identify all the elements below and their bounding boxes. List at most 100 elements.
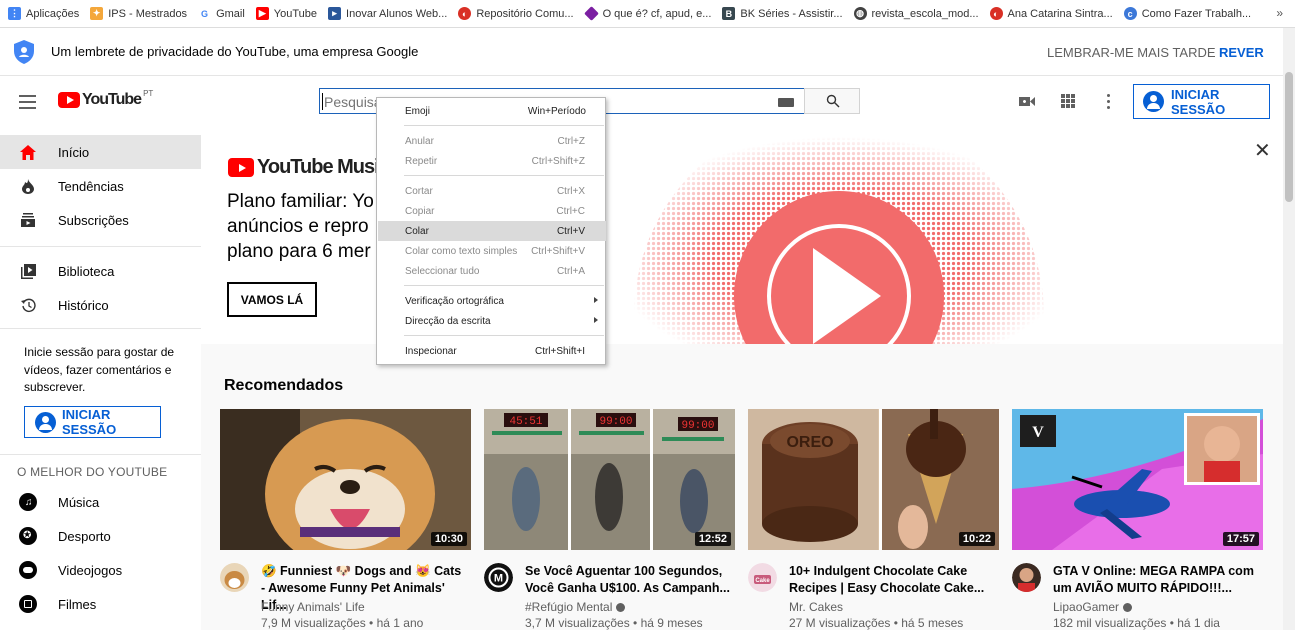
menu-item-writing-direction[interactable]: Direcção da escrita (378, 311, 606, 331)
menu-item-copy[interactable]: Copiar Ctrl+C (378, 201, 606, 221)
ips-icon: ✦ (90, 7, 104, 20)
shield-icon (14, 40, 34, 64)
sign-in-button[interactable]: INICIAR SESSÃO (1133, 84, 1270, 119)
svg-text:45:51: 45:51 (509, 416, 542, 428)
menu-item-undo[interactable]: Anular Ctrl+Z (378, 131, 606, 151)
svg-text:99:00: 99:00 (681, 420, 714, 432)
bookmark-apps[interactable]: ⋮ Aplicações (8, 7, 79, 20)
video-card[interactable]: V 17:57 GTA V Online: MEGA RAMPA com um … (1012, 409, 1263, 630)
privacy-banner-text: Um lembrete de privacidade do YouTube, u… (51, 44, 419, 59)
channel-name[interactable]: Funny Animals' Life (261, 600, 365, 614)
video-card[interactable]: 10:30 🤣 Funniest 🐶 Dogs and 😻 Cats - Awe… (220, 409, 471, 630)
sidebar-sign-in-button[interactable]: INICIAR SESSÃO (24, 406, 161, 438)
video-thumbnail[interactable]: OREO 10:22 (748, 409, 999, 550)
svg-text:Cake: Cake (755, 578, 770, 584)
bookmarks-overflow-button[interactable]: » (1276, 6, 1283, 20)
video-thumbnail[interactable]: V 17:57 (1012, 409, 1263, 550)
scrollbar-thumb[interactable] (1285, 72, 1293, 202)
video-title[interactable]: Se Você Aguentar 100 Segundos, Você Ganh… (525, 563, 730, 597)
youtube-icon: ▶ (255, 7, 269, 20)
menu-item-inspect[interactable]: Inspecionar Ctrl+Shift+I (378, 341, 606, 361)
video-thumbnail[interactable]: 10:30 (220, 409, 471, 550)
search-button[interactable] (804, 88, 860, 114)
sidebar-item-sport[interactable]: ✪ Desporto (0, 519, 201, 553)
sidebar-item-history[interactable]: Histórico (0, 288, 201, 322)
channel-avatar[interactable]: M (484, 563, 513, 592)
verified-icon (616, 603, 626, 613)
bookmark-ips[interactable]: ✦ IPS - Mestrados (90, 7, 187, 20)
bookmarks-bar: ⋮ Aplicações ✦ IPS - Mestrados G Gmail ▶… (0, 0, 1295, 28)
close-icon[interactable]: ✕ (1254, 138, 1271, 163)
video-title[interactable]: 10+ Indulgent Chocolate Cake Recipes | E… (789, 563, 994, 597)
create-video-icon[interactable] (1019, 96, 1035, 107)
video-stats: 7,9 M visualizações • há 1 ano (261, 616, 424, 630)
video-thumbnail[interactable]: 45:51 99:00 99:00 12:52 (484, 409, 735, 550)
bookmark-como-fazer[interactable]: c Como Fazer Trabalh... (1123, 7, 1251, 20)
keyboard-icon[interactable] (778, 98, 794, 107)
home-icon (19, 143, 37, 161)
menu-separator (404, 285, 604, 286)
sidebar-item-trending[interactable]: Tendências (0, 169, 201, 203)
menu-item-emoji[interactable]: Emoji Win+Período (378, 101, 606, 121)
svg-text:OREO: OREO (786, 434, 833, 451)
channel-name[interactable]: Mr. Cakes (789, 600, 843, 614)
bookmark-gmail[interactable]: G Gmail (198, 7, 245, 20)
bookmark-bk-series[interactable]: B BK Séries - Assistir... (722, 7, 843, 20)
bk-icon: B (722, 7, 736, 20)
menu-item-select-all[interactable]: Seleccionar tudo Ctrl+A (378, 261, 606, 281)
sidebar-item-subscriptions[interactable]: Subscrições (0, 203, 201, 237)
svg-text:M: M (494, 573, 503, 585)
flame-icon (19, 177, 37, 195)
more-vert-icon[interactable] (1107, 94, 1111, 110)
sidebar-signin-prompt: Inicie sessão para gostar de vídeos, faz… (24, 345, 175, 394)
cake-thumbnail-art: OREO (748, 409, 999, 550)
youtube-logo[interactable]: YouTube PT (58, 89, 153, 109)
menu-item-cut[interactable]: Cortar Ctrl+X (378, 181, 606, 201)
sidebar: Início Tendências Subscrições Biblioteca… (0, 126, 201, 630)
bookmark-repositorio[interactable]: ◐ Repositório Comu... (458, 7, 574, 20)
recommended-title: Recomendados (224, 377, 344, 394)
menu-icon[interactable] (19, 95, 36, 109)
bookmark-inovar[interactable]: ▸ Inovar Alunos Web... (328, 7, 447, 20)
video-card[interactable]: OREO 10:22 Cake 10+ Indulgent Chocolate … (748, 409, 999, 630)
channel-avatar[interactable]: Cake (748, 563, 777, 592)
sidebar-section-title: O MELHOR DO YOUTUBE (17, 465, 168, 479)
channel-avatar[interactable] (220, 563, 249, 592)
channel-name[interactable]: #Refúgio Mental (525, 600, 626, 614)
bookmark-ana-catarina[interactable]: ◐ Ana Catarina Sintra... (989, 7, 1113, 20)
menu-item-spellcheck[interactable]: Verificação ortográfica (378, 291, 606, 311)
sidebar-item-home[interactable]: Início (0, 135, 201, 169)
menu-item-redo[interactable]: Repetir Ctrl+Shift+Z (378, 151, 606, 171)
diamond-icon (583, 6, 599, 21)
scrollbar[interactable] (1283, 28, 1295, 630)
text-caret (322, 93, 323, 110)
sidebar-item-music[interactable]: ♫ Música (0, 485, 201, 519)
video-duration: 17:57 (1222, 532, 1259, 546)
video-duration: 12:52 (694, 532, 731, 546)
channel-avatar[interactable] (1012, 563, 1041, 592)
sidebar-item-gaming[interactable]: Videojogos (0, 553, 201, 587)
review-button[interactable]: REVER (1219, 45, 1264, 60)
sidebar-item-library[interactable]: Biblioteca (0, 254, 201, 288)
promo-cta-button[interactable]: VAMOS LÁ (227, 282, 317, 317)
video-meta: Cake 10+ Indulgent Chocolate Cake Recipe… (748, 550, 999, 630)
menu-item-paste[interactable]: Colar Ctrl+V (378, 221, 606, 241)
bookmark-youtube[interactable]: ▶ YouTube (255, 7, 317, 20)
bookmark-revista[interactable]: ◍ revista_escola_mod... (853, 7, 979, 20)
repository-icon: ◐ (458, 7, 472, 20)
promo-banner: YouTube Music Plano familiar: Yo anúncio… (201, 126, 1283, 344)
search-icon (826, 94, 840, 108)
bookmark-o-que-e[interactable]: O que é? cf, apud, e... (583, 6, 711, 21)
menu-item-paste-plain[interactable]: Colar como texto simples Ctrl+Shift+V (378, 241, 606, 261)
channel-name[interactable]: LipaoGamer (1053, 600, 1133, 614)
video-stats: 182 mil visualizações • há 1 dia (1053, 616, 1220, 630)
history-icon (19, 296, 37, 314)
remind-later-button[interactable]: LEMBRAR-ME MAIS TARDE (1047, 45, 1216, 60)
apps-grid-icon[interactable] (1061, 94, 1075, 108)
video-card[interactable]: 45:51 99:00 99:00 12:52 M Se Você Aguent… (484, 409, 735, 630)
sidebar-item-films[interactable]: Filmes (0, 587, 201, 621)
library-icon (19, 262, 37, 280)
video-meta: M Se Você Aguentar 100 Segundos, Você Ga… (484, 550, 735, 630)
verified-icon (1123, 603, 1133, 613)
video-title[interactable]: GTA V Online: MEGA RAMPA com um AVIÃO MU… (1053, 563, 1258, 597)
